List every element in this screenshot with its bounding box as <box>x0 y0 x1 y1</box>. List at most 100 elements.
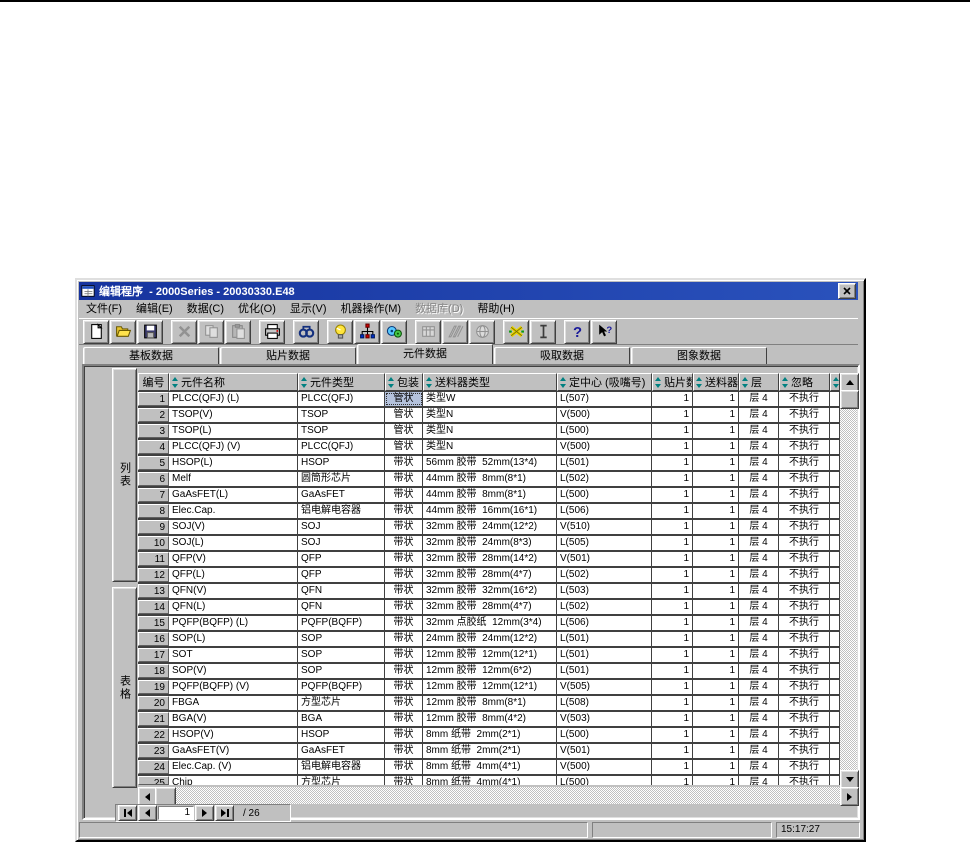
table-cell[interactable]: GaAsFET <box>298 744 385 758</box>
table-cell[interactable]: PLCC(QFJ) (L) <box>169 392 298 406</box>
table-cell[interactable]: V(503) <box>557 712 652 726</box>
table-cell[interactable]: GaAsFET(V) <box>169 744 298 758</box>
table-cell[interactable] <box>830 632 840 646</box>
table-cell[interactable]: 不执行 <box>779 440 830 454</box>
table-cell[interactable]: 1 <box>693 408 739 422</box>
table-cell[interactable]: 方型芯片 <box>298 776 385 785</box>
table-cell[interactable]: V(501) <box>557 552 652 566</box>
table-cell[interactable]: TSOP(L) <box>169 424 298 438</box>
table-cell[interactable]: 层 4 <box>739 632 779 646</box>
last-page-button[interactable] <box>215 805 234 821</box>
row-number-cell[interactable]: 8 <box>138 504 169 518</box>
table-cell[interactable]: 层 4 <box>739 424 779 438</box>
table-cell[interactable]: 1 <box>693 696 739 710</box>
table-cell[interactable]: 类型N <box>423 408 557 422</box>
table-cell[interactable]: L(508) <box>557 696 652 710</box>
table-cell[interactable]: 1 <box>693 456 739 470</box>
table-cell[interactable]: 带状 <box>385 696 423 710</box>
table-cell[interactable] <box>830 408 840 422</box>
table-cell[interactable]: 层 4 <box>739 584 779 598</box>
table-cell[interactable] <box>830 712 840 726</box>
first-page-button[interactable] <box>118 805 137 821</box>
table-cell[interactable]: 不执行 <box>779 456 830 470</box>
table-cell[interactable]: 带状 <box>385 488 423 502</box>
table-cell[interactable]: 32mm 胶带 28mm(4*7) <box>423 568 557 582</box>
table-cell[interactable]: PQFP(BQFP) (L) <box>169 616 298 630</box>
menu-item-7[interactable]: 帮助(H) <box>470 301 521 318</box>
table-cell[interactable]: SOJ <box>298 536 385 550</box>
table-cell[interactable]: V(500) <box>557 760 652 774</box>
table-cell[interactable]: SOP <box>298 664 385 678</box>
table-cell[interactable]: HSOP(L) <box>169 456 298 470</box>
table-cell[interactable]: L(501) <box>557 648 652 662</box>
table-cell[interactable]: 带状 <box>385 728 423 742</box>
table-cell[interactable] <box>830 648 840 662</box>
table-cell[interactable]: 1 <box>652 440 693 454</box>
table-cell[interactable]: 32mm 胶带 24mm(12*2) <box>423 520 557 534</box>
table-cell[interactable]: 1 <box>652 696 693 710</box>
table-cell[interactable]: 1 <box>693 552 739 566</box>
table-cell[interactable]: 层 4 <box>739 488 779 502</box>
table-cell[interactable]: 1 <box>693 504 739 518</box>
table-cell[interactable]: 1 <box>652 424 693 438</box>
table-cell[interactable]: 32mm 胶带 28mm(4*7) <box>423 600 557 614</box>
table-cell[interactable]: 不执行 <box>779 552 830 566</box>
table-cell[interactable]: 1 <box>652 744 693 758</box>
table-cell[interactable]: L(502) <box>557 472 652 486</box>
row-number-cell[interactable]: 4 <box>138 440 169 454</box>
close-button[interactable] <box>838 283 856 299</box>
table-cell[interactable]: 层 4 <box>739 504 779 518</box>
table-cell[interactable]: 1 <box>652 776 693 785</box>
table-cell[interactable]: QFN(V) <box>169 584 298 598</box>
table-cell[interactable]: 带状 <box>385 504 423 518</box>
table-cell[interactable]: 带状 <box>385 600 423 614</box>
row-number-cell[interactable]: 16 <box>138 632 169 646</box>
tab-2[interactable]: 元件数据 <box>357 344 493 364</box>
scroll-right-button[interactable] <box>840 787 859 806</box>
table-cell[interactable]: L(503) <box>557 584 652 598</box>
table-cell[interactable] <box>830 456 840 470</box>
table-cell[interactable]: 带状 <box>385 520 423 534</box>
table-cell[interactable]: 44mm 胶带 16mm(16*1) <box>423 504 557 518</box>
table-cell[interactable]: 1 <box>693 440 739 454</box>
table-cell[interactable] <box>830 488 840 502</box>
table-cell[interactable]: 带状 <box>385 648 423 662</box>
table-cell[interactable]: 1 <box>693 648 739 662</box>
vertical-scroll-thumb[interactable] <box>840 390 859 409</box>
tree-structure-button[interactable] <box>354 319 380 344</box>
table-cell[interactable]: 1 <box>652 536 693 550</box>
table-cell[interactable]: 管状 <box>385 408 423 422</box>
table-cell[interactable]: 1 <box>652 392 693 406</box>
table-cell[interactable]: L(500) <box>557 776 652 785</box>
column-header-5[interactable]: 定中心 (吸嘴号) <box>557 373 652 391</box>
table-cell[interactable]: 1 <box>652 456 693 470</box>
table-cell[interactable]: L(505) <box>557 536 652 550</box>
table-cell[interactable]: SOP <box>298 632 385 646</box>
table-cell[interactable]: QFN <box>298 600 385 614</box>
page-number-input[interactable]: 1 <box>158 806 194 820</box>
table-cell[interactable] <box>830 568 840 582</box>
column-header-8[interactable]: 层 <box>739 373 779 391</box>
table-cell[interactable]: 1 <box>693 472 739 486</box>
table-cell[interactable]: 1 <box>652 488 693 502</box>
table-cell[interactable]: TSOP(V) <box>169 408 298 422</box>
table-cell[interactable]: 层 4 <box>739 712 779 726</box>
table-cell[interactable]: QFN(L) <box>169 600 298 614</box>
table-cell[interactable]: 不执行 <box>779 472 830 486</box>
table-cell[interactable]: 带状 <box>385 776 423 785</box>
table-cell[interactable]: 类型N <box>423 440 557 454</box>
title-bar[interactable]: 编辑程序 - 2000Series - 20030330.E48 <box>79 282 858 300</box>
table-cell[interactable]: 1 <box>652 552 693 566</box>
table-cell[interactable]: L(500) <box>557 424 652 438</box>
table-cell[interactable]: 管状 <box>385 440 423 454</box>
open-folder-button[interactable] <box>110 319 136 344</box>
table-cell[interactable]: 8mm 纸带 2mm(2*1) <box>423 728 557 742</box>
table-cell[interactable] <box>830 520 840 534</box>
table-cell[interactable]: 1 <box>652 712 693 726</box>
table-cell[interactable] <box>830 696 840 710</box>
table-cell[interactable]: HSOP <box>298 456 385 470</box>
table-cell[interactable]: 32mm 胶带 32mm(16*2) <box>423 584 557 598</box>
table-cell[interactable]: 1 <box>693 584 739 598</box>
table-cell[interactable]: 带状 <box>385 680 423 694</box>
table-cell[interactable]: V(505) <box>557 680 652 694</box>
